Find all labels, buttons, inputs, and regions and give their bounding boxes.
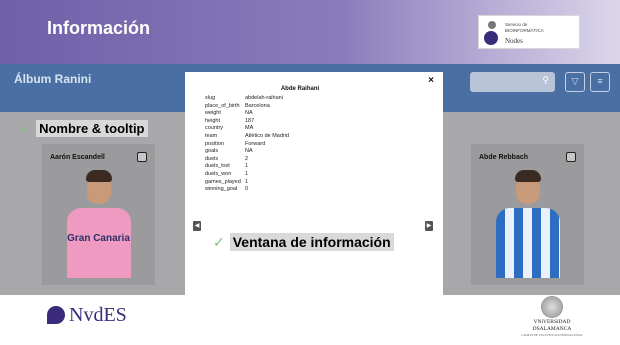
logo-line-2: BIOINFORMÁTICA bbox=[505, 28, 544, 33]
nodes-mark-icon bbox=[47, 306, 65, 324]
player-shirt: Gran Canaria bbox=[66, 208, 131, 278]
search-icon: ⚲ bbox=[542, 75, 549, 85]
info-key: goals bbox=[205, 148, 219, 155]
info-modal: × Abde Raihani slug abdelah-raihani place… bbox=[185, 72, 443, 295]
info-row: position Forward bbox=[205, 141, 289, 149]
nodes-logo-text: NvdES bbox=[69, 304, 127, 326]
player-card[interactable]: Aarón Escandell Gran Canaria bbox=[42, 144, 155, 285]
player-card-checkbox[interactable] bbox=[137, 152, 147, 162]
info-key: duels_lost bbox=[205, 163, 230, 170]
info-row: duels_lost 1 bbox=[205, 163, 289, 171]
player-shirt bbox=[495, 208, 560, 278]
info-key: winning_goal bbox=[205, 186, 238, 193]
info-row: place_of_birth Barcelona bbox=[205, 103, 289, 111]
university-seal-icon bbox=[541, 296, 563, 318]
university-name-line-2: DSALAMANCA bbox=[532, 326, 572, 332]
player-card-checkbox[interactable] bbox=[566, 152, 576, 162]
window-annotation-text: Ventana de información bbox=[229, 233, 394, 251]
university-tagline: CAMPUS DE EXCELENCIA INTERNACIONAL bbox=[521, 333, 583, 337]
logo-line-3: Nodes bbox=[505, 37, 523, 45]
info-key: place_of_birth bbox=[205, 102, 240, 109]
info-key: height bbox=[205, 117, 220, 124]
info-value: MA bbox=[245, 125, 254, 132]
menu-icon: ≡ bbox=[597, 76, 603, 86]
menu-button[interactable]: ≡ bbox=[590, 72, 610, 92]
player-card[interactable]: Abde Rebbach bbox=[471, 144, 584, 285]
logo-circle-icon bbox=[484, 31, 498, 45]
info-value: 1 bbox=[245, 170, 249, 177]
info-key: country bbox=[205, 125, 224, 132]
info-row: duels_won 1 bbox=[205, 171, 289, 179]
info-key: games_played bbox=[205, 178, 241, 185]
tooltip-annotation-text: Nombre & tooltip bbox=[36, 120, 148, 137]
slide-title: Información bbox=[47, 18, 151, 38]
info-key: slug bbox=[205, 95, 216, 101]
player-photo: Gran Canaria bbox=[63, 170, 135, 280]
info-row: winning_goal 0 bbox=[205, 186, 289, 194]
window-annotation: ✓ Ventana de información bbox=[213, 233, 394, 252]
info-row: height 187 bbox=[205, 118, 289, 126]
info-row: games_played 1 bbox=[205, 179, 289, 187]
info-row: goals NA bbox=[205, 148, 289, 156]
info-key: duels bbox=[205, 155, 219, 162]
previous-arrow-icon[interactable]: ◀ bbox=[193, 221, 201, 231]
check-icon: ✓ bbox=[213, 234, 225, 250]
app-title: Álbum Ranini bbox=[14, 72, 92, 86]
info-value: 0 bbox=[245, 186, 249, 193]
info-value: Forward bbox=[245, 140, 266, 147]
info-value: NA bbox=[245, 148, 253, 155]
info-value: Atlético de Madrid bbox=[245, 132, 290, 139]
modal-heading: Abde Raihani bbox=[280, 86, 320, 92]
filter-icon: ▽ bbox=[571, 76, 579, 86]
next-arrow-icon[interactable]: ▶ bbox=[425, 221, 433, 231]
logo-dot-icon bbox=[488, 21, 496, 29]
info-value: 187 bbox=[245, 117, 255, 124]
info-key: position bbox=[205, 140, 224, 147]
logo-line-1: Servicio de bbox=[505, 22, 528, 27]
player-hair bbox=[85, 170, 112, 182]
close-icon[interactable]: × bbox=[428, 75, 434, 86]
search-input[interactable]: ⚲ bbox=[470, 72, 555, 92]
info-value: 1 bbox=[245, 163, 249, 170]
info-row: slug abdelah-raihani bbox=[205, 95, 289, 103]
player-photo bbox=[492, 170, 564, 280]
bioinformatics-logo: Servicio de BIOINFORMÁTICA Nodes bbox=[478, 15, 580, 49]
check-icon: ✓ bbox=[20, 122, 31, 136]
player-card-name: Aarón Escandell bbox=[50, 154, 105, 161]
player-card-name: Abde Rebbach bbox=[479, 154, 529, 161]
info-row: country MA bbox=[205, 125, 289, 133]
info-value: NA bbox=[245, 110, 253, 117]
shirt-sponsor-text: Gran Canaria bbox=[67, 233, 130, 244]
info-row: duels 2 bbox=[205, 156, 289, 164]
info-row: team Atlético de Madrid bbox=[205, 133, 289, 141]
info-key: duels_won bbox=[205, 170, 232, 177]
filter-button[interactable]: ▽ bbox=[565, 72, 585, 92]
info-value: 1 bbox=[245, 178, 249, 185]
info-value: abdelah-raihani bbox=[245, 95, 283, 101]
info-key: team bbox=[205, 132, 218, 139]
info-value: 2 bbox=[245, 155, 249, 162]
info-row: weight NA bbox=[205, 110, 289, 118]
info-table: slug abdelah-raihani place_of_birth Barcel… bbox=[205, 95, 289, 194]
info-key: weight bbox=[205, 110, 221, 117]
info-value: Barcelona bbox=[245, 102, 270, 109]
university-name-line-1: VNiVERSiDAD bbox=[533, 319, 571, 325]
player-hair bbox=[514, 170, 541, 182]
slide-header: Información Servicio de BIOINFORMÁTICA N… bbox=[0, 0, 620, 64]
tooltip-annotation: ✓ Nombre & tooltip bbox=[20, 120, 148, 138]
